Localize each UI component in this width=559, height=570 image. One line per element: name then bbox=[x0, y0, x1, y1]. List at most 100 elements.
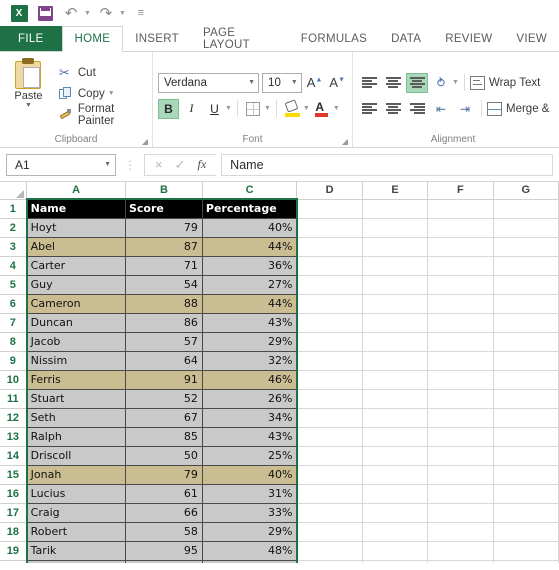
cell-e10[interactable] bbox=[362, 370, 429, 390]
cell-e11[interactable] bbox=[362, 389, 429, 409]
cell-c2[interactable]: 40% bbox=[201, 217, 298, 238]
cell-a10[interactable]: Ferris bbox=[26, 369, 126, 390]
merge-center-button[interactable]: Merge & bbox=[487, 98, 549, 120]
cell-c1[interactable]: Percentage bbox=[201, 198, 298, 219]
cell-c5[interactable]: 27% bbox=[201, 274, 298, 295]
column-header-a[interactable]: A bbox=[26, 182, 126, 200]
insert-function-icon[interactable]: fx bbox=[198, 157, 207, 172]
borders-dropdown-caret[interactable]: ▼ bbox=[264, 105, 271, 112]
row-header-18[interactable]: 18 bbox=[0, 522, 28, 542]
row-header-10[interactable]: 10 bbox=[0, 370, 28, 390]
row-header-15[interactable]: 15 bbox=[0, 465, 28, 485]
cell-e9[interactable] bbox=[362, 351, 429, 371]
cell-f11[interactable] bbox=[427, 389, 494, 409]
cell-c20[interactable]: 45% bbox=[201, 559, 298, 563]
row-header-13[interactable]: 13 bbox=[0, 427, 28, 447]
align-center-button[interactable] bbox=[382, 99, 404, 119]
align-middle-button[interactable] bbox=[382, 73, 404, 93]
row-header-8[interactable]: 8 bbox=[0, 332, 28, 352]
cell-c6[interactable]: 44% bbox=[201, 293, 298, 314]
cell-e16[interactable] bbox=[362, 484, 429, 504]
cell-f8[interactable] bbox=[427, 332, 494, 352]
italic-button[interactable]: I bbox=[181, 99, 202, 119]
cell-c4[interactable]: 36% bbox=[201, 255, 298, 276]
cell-a7[interactable]: Duncan bbox=[26, 312, 126, 333]
cell-e12[interactable] bbox=[362, 408, 429, 428]
wrap-text-button[interactable]: Wrap Text bbox=[469, 72, 540, 94]
format-painter-button[interactable]: Format Painter bbox=[56, 103, 147, 127]
font-size-caret-icon[interactable]: ▼ bbox=[291, 79, 298, 86]
undo-icon[interactable]: ↶ bbox=[60, 3, 82, 23]
increase-font-size-button[interactable]: A▲ bbox=[305, 75, 325, 90]
cell-e17[interactable] bbox=[362, 503, 429, 523]
cell-d14[interactable] bbox=[296, 446, 363, 466]
cell-e8[interactable] bbox=[362, 332, 429, 352]
font-name-combobox[interactable]: Verdana ▼ bbox=[158, 72, 260, 93]
cell-g20[interactable] bbox=[493, 560, 559, 563]
cell-e14[interactable] bbox=[362, 446, 429, 466]
fill-color-button[interactable] bbox=[282, 98, 303, 119]
cell-a5[interactable]: Guy bbox=[26, 274, 126, 295]
tab-data[interactable]: DATA bbox=[379, 26, 434, 51]
cell-a4[interactable]: Carter bbox=[26, 255, 126, 276]
cell-b12[interactable]: 67 bbox=[124, 407, 203, 428]
cut-button[interactable]: ✂ Cut bbox=[56, 63, 147, 83]
column-header-f[interactable]: F bbox=[427, 182, 494, 200]
undo-dropdown-caret[interactable]: ▼ bbox=[84, 10, 91, 17]
row-header-17[interactable]: 17 bbox=[0, 503, 28, 523]
font-size-combobox[interactable]: 10 ▼ bbox=[262, 72, 302, 93]
cell-e2[interactable] bbox=[362, 218, 429, 238]
tab-page-layout[interactable]: PAGE LAYOUT bbox=[190, 26, 289, 51]
cell-a2[interactable]: Hoyt bbox=[26, 217, 126, 238]
tab-formulas[interactable]: FORMULAS bbox=[288, 26, 380, 51]
cell-a9[interactable]: Nissim bbox=[26, 350, 126, 371]
cell-d18[interactable] bbox=[296, 522, 363, 542]
cell-f16[interactable] bbox=[427, 484, 494, 504]
cell-b1[interactable]: Score bbox=[124, 198, 203, 219]
save-icon[interactable] bbox=[34, 3, 56, 23]
column-header-d[interactable]: D bbox=[296, 182, 363, 200]
copy-button[interactable]: Copy ▼ bbox=[56, 84, 147, 104]
cell-g12[interactable] bbox=[493, 408, 559, 428]
cell-a3[interactable]: Abel bbox=[26, 236, 126, 257]
cell-c8[interactable]: 29% bbox=[201, 331, 298, 352]
cell-g14[interactable] bbox=[493, 446, 559, 466]
name-box[interactable]: A1 ▼ bbox=[6, 153, 116, 176]
cell-f5[interactable] bbox=[427, 275, 494, 295]
cell-f13[interactable] bbox=[427, 427, 494, 447]
tab-review[interactable]: REVIEW bbox=[433, 26, 505, 51]
cell-f6[interactable] bbox=[427, 294, 494, 314]
cell-a1[interactable]: Name bbox=[26, 198, 126, 219]
cell-f2[interactable] bbox=[427, 218, 494, 238]
redo-icon[interactable]: ↷ bbox=[95, 3, 117, 23]
cell-b8[interactable]: 57 bbox=[124, 331, 203, 352]
cell-g4[interactable] bbox=[493, 256, 559, 276]
row-header-5[interactable]: 5 bbox=[0, 275, 28, 295]
cell-d15[interactable] bbox=[296, 465, 363, 485]
cell-d6[interactable] bbox=[296, 294, 363, 314]
cell-d4[interactable] bbox=[296, 256, 363, 276]
cell-a15[interactable]: Jonah bbox=[26, 464, 126, 485]
cell-e5[interactable] bbox=[362, 275, 429, 295]
cell-a18[interactable]: Robert bbox=[26, 521, 126, 542]
cell-c19[interactable]: 48% bbox=[201, 540, 298, 561]
cell-e4[interactable] bbox=[362, 256, 429, 276]
align-top-button[interactable] bbox=[358, 73, 380, 93]
row-header-7[interactable]: 7 bbox=[0, 313, 28, 333]
font-name-caret-icon[interactable]: ▼ bbox=[248, 79, 255, 86]
cell-f14[interactable] bbox=[427, 446, 494, 466]
underline-button[interactable]: U bbox=[204, 99, 225, 119]
cell-d10[interactable] bbox=[296, 370, 363, 390]
cell-f7[interactable] bbox=[427, 313, 494, 333]
row-header-16[interactable]: 16 bbox=[0, 484, 28, 504]
cell-g15[interactable] bbox=[493, 465, 559, 485]
select-all-corner[interactable] bbox=[0, 182, 28, 200]
formula-input[interactable]: Name bbox=[221, 153, 553, 176]
tab-file[interactable]: FILE bbox=[0, 26, 62, 51]
cell-d19[interactable] bbox=[296, 541, 363, 561]
cell-b19[interactable]: 95 bbox=[124, 540, 203, 561]
tab-home[interactable]: HOME bbox=[61, 26, 124, 52]
cell-b5[interactable]: 54 bbox=[124, 274, 203, 295]
cell-e3[interactable] bbox=[362, 237, 429, 257]
font-dialog-launcher-icon[interactable]: ◢ bbox=[342, 137, 348, 146]
